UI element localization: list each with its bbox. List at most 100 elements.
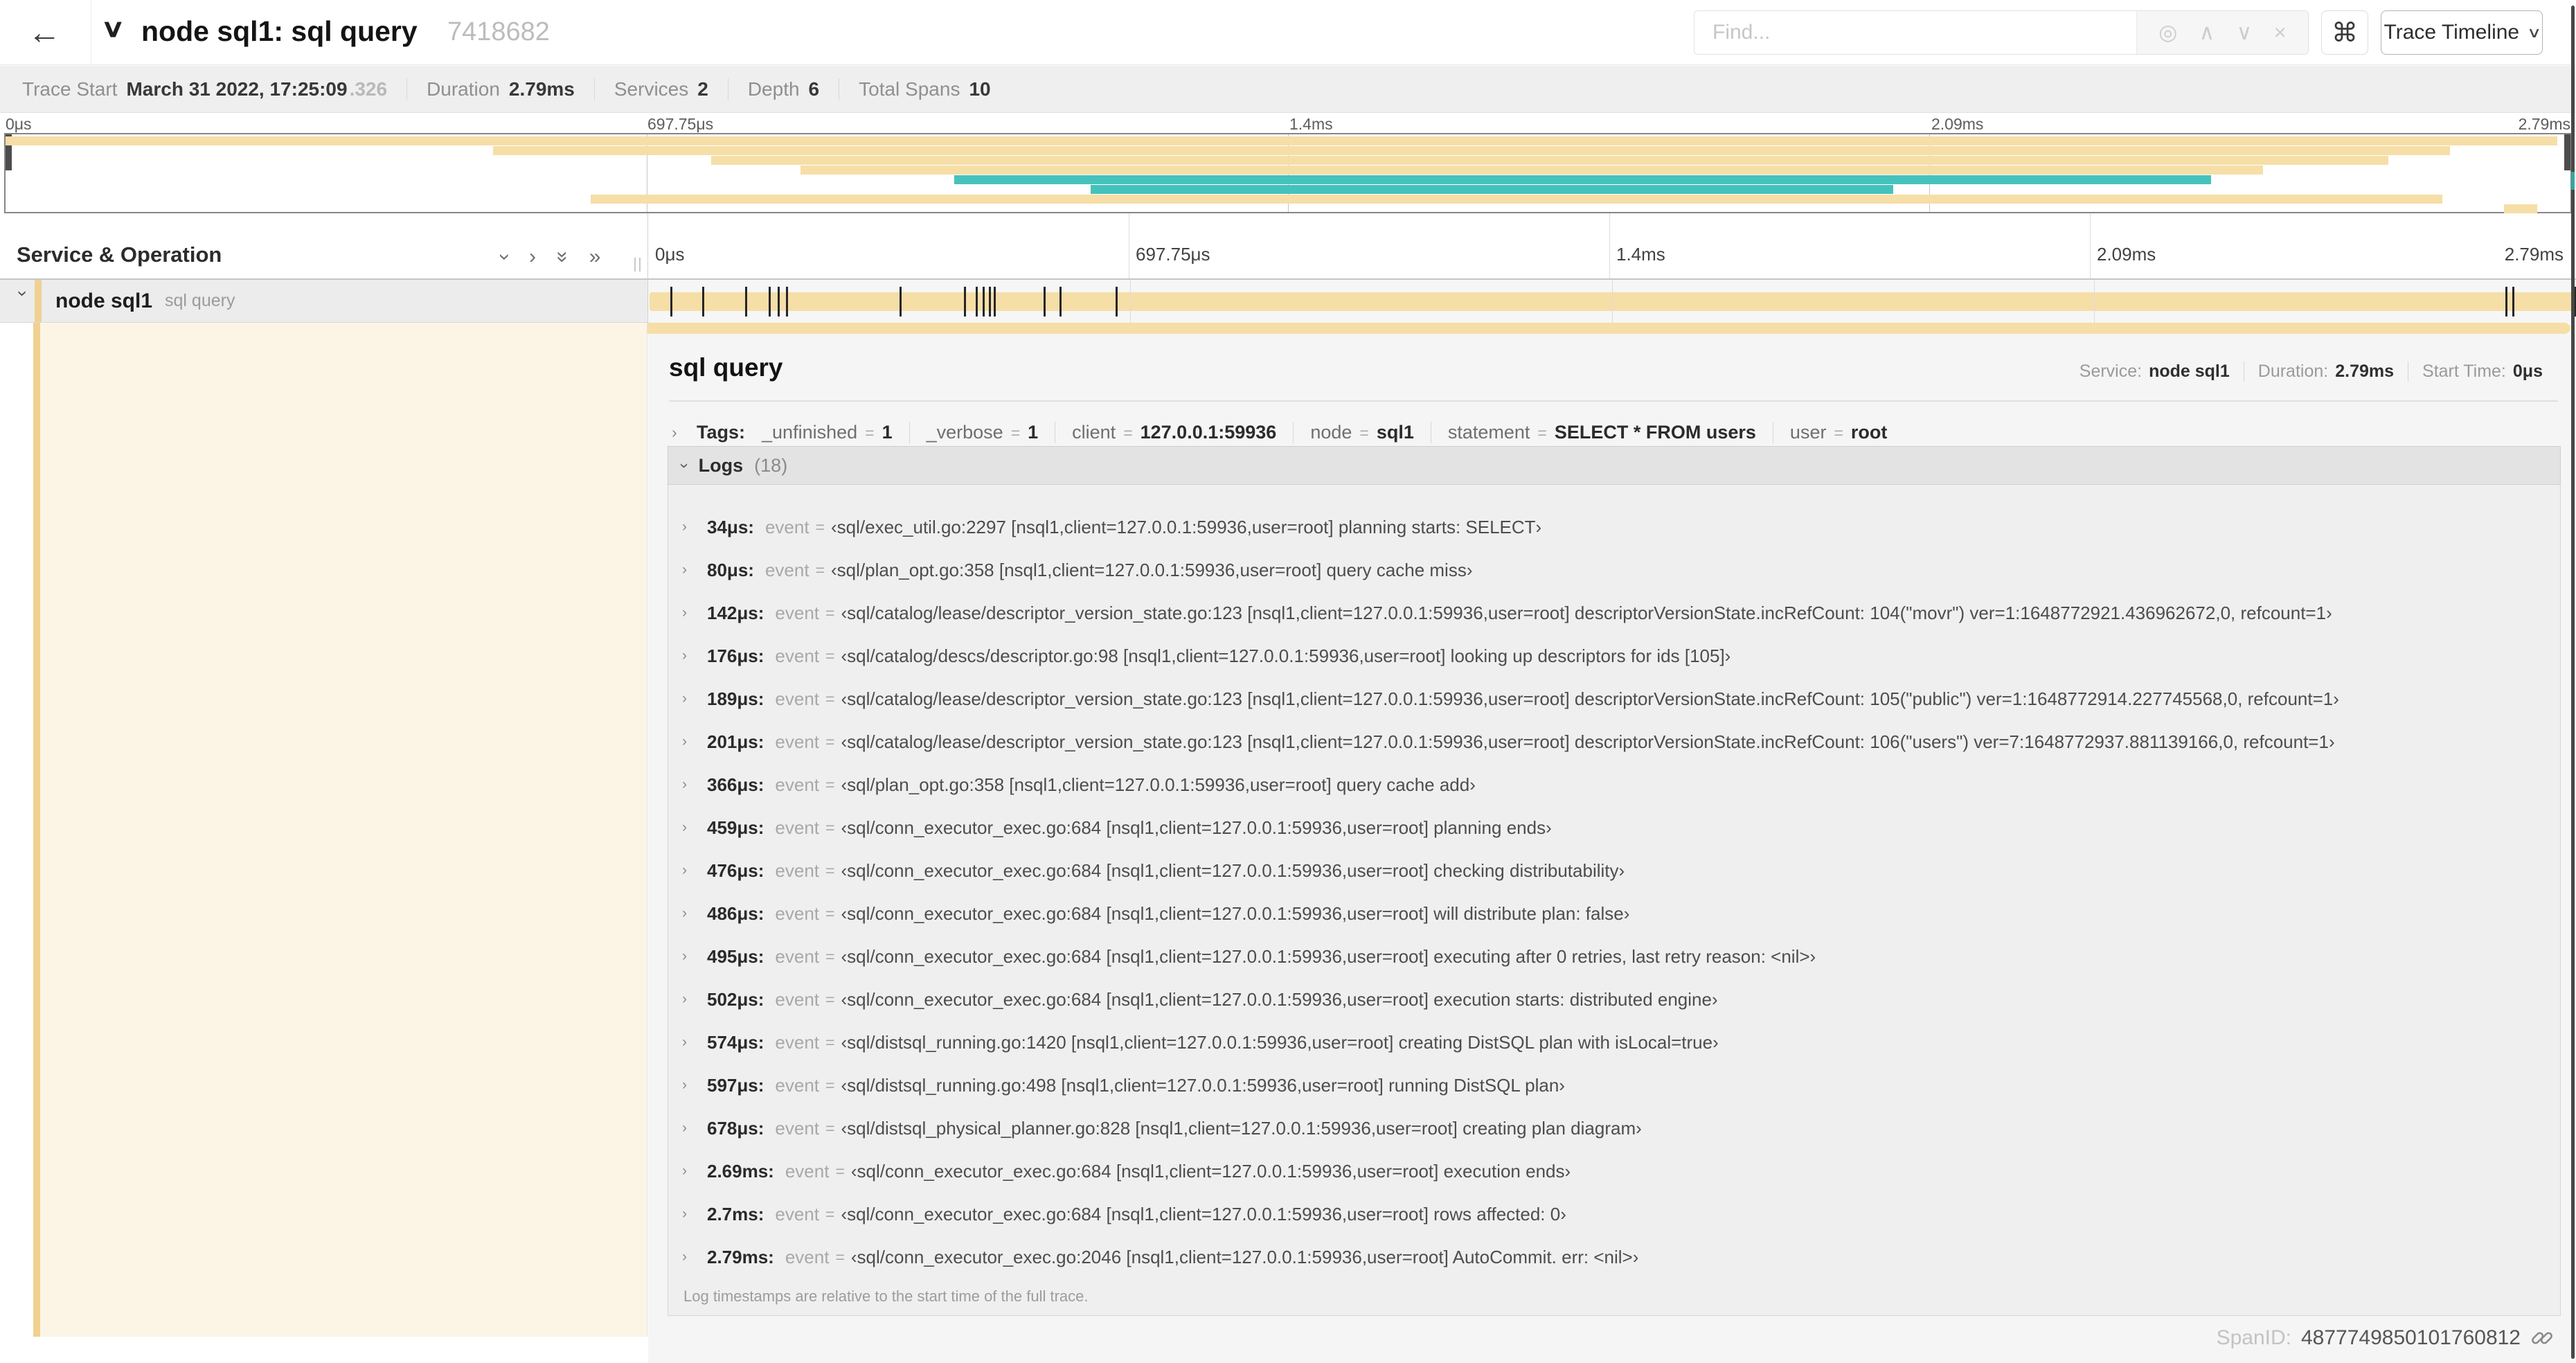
prev-match-icon[interactable]: ∧ [2199, 20, 2215, 45]
chevron-right-icon[interactable]: › [682, 519, 707, 535]
clear-search-icon[interactable]: × [2274, 20, 2287, 45]
link-icon[interactable] [2530, 1326, 2554, 1350]
trace-timeline-page: ← ∨ node sql1: sql query 7418682 ◎ ∧ ∨ ×… [0, 0, 2576, 1363]
column-resize-grip[interactable] [634, 258, 641, 271]
log-row[interactable]: › 366μs: event = ‹sql/plan_opt.go:358 [nsql1… [668, 763, 2560, 806]
chevron-right-icon[interactable]: › [682, 776, 707, 793]
log-timestamp: 476μs: [707, 859, 764, 881]
chevron-right-icon[interactable]: › [682, 605, 707, 621]
logs-body: › 34μs: event = ‹sql/exec_util.go:2297 [nsql… [668, 485, 2561, 1316]
minimap-tick-label: 1.4ms [1289, 115, 1333, 133]
log-row[interactable]: › 142μs: event = ‹sql/catalog/lease/descript… [668, 591, 2560, 634]
chevron-right-icon[interactable]: › [682, 991, 707, 1008]
log-row[interactable]: › 176μs: event = ‹sql/catalog/descs/descript… [668, 634, 2560, 677]
log-equals: = [815, 517, 825, 536]
minimap-span-bar [6, 136, 2558, 145]
log-row[interactable]: › 574μs: event = ‹sql/distsql_running.go:142… [668, 1021, 2560, 1064]
minimap-tick-label: 2.79ms [2518, 115, 2570, 133]
locate-icon[interactable]: ◎ [2158, 20, 2177, 45]
chevron-right-icon[interactable]: › [682, 733, 707, 750]
chevron-right-icon[interactable]: › [682, 1034, 707, 1051]
view-selector-label: Trace Timeline [2383, 21, 2520, 44]
trace-meta-item: Trace Start March 31 2022, 17:25:09.326 [3, 78, 406, 100]
detail-meta-value: node sql1 [2149, 362, 2230, 381]
chevron-right-icon[interactable]: › [682, 648, 707, 664]
detail-meta-item: Duration: 2.79ms [2243, 362, 2408, 382]
find-input[interactable] [1694, 11, 2136, 54]
tag[interactable]: node = sql1 [1293, 421, 1431, 443]
span-row-timeline-cell[interactable] [647, 280, 2576, 323]
log-value: ‹sql/distsql_running.go:498 [nsql1,clien… [841, 1074, 1565, 1096]
tag-value: sql1 [1376, 421, 1414, 443]
trace-meta-item: Services 2 [593, 78, 728, 100]
service-color-strip [35, 280, 42, 322]
log-equals: = [825, 1076, 835, 1094]
log-value: ‹sql/catalog/descs/descriptor.go:98 [nsq… [841, 645, 1731, 666]
chevron-right-icon[interactable]: › [682, 1077, 707, 1094]
chevron-down-icon[interactable]: › [12, 291, 34, 312]
collapse-one-icon[interactable]: › [493, 253, 517, 260]
tag[interactable]: client = 127.0.0.1:59936 [1055, 421, 1293, 443]
meta-label: Trace Start [22, 78, 118, 100]
log-field-key: event [775, 1074, 820, 1096]
log-row[interactable]: › 486μs: event = ‹sql/conn_executor_exec.go:… [668, 892, 2560, 935]
log-row[interactable]: › 678μs: event = ‹sql/distsql_physical_plann… [668, 1107, 2560, 1150]
chevron-right-icon[interactable]: › [682, 1206, 707, 1222]
meta-label: Total Spans [859, 78, 960, 100]
log-timestamp: 574μs: [707, 1031, 764, 1053]
chevron-right-icon[interactable]: › [672, 423, 697, 442]
logs-header[interactable]: › Logs (18) [668, 446, 2561, 485]
expand-all-icon[interactable]: » [589, 245, 601, 269]
chevron-right-icon[interactable]: › [682, 862, 707, 879]
log-row[interactable]: › 34μs: event = ‹sql/exec_util.go:2297 [nsql… [668, 506, 2560, 549]
chevron-right-icon[interactable]: › [682, 691, 707, 707]
log-row[interactable]: › 495μs: event = ‹sql/conn_executor_exec.go:… [668, 935, 2560, 978]
log-row[interactable]: › 2.7ms: event = ‹sql/conn_executor_exec.go:… [668, 1193, 2560, 1236]
log-row[interactable]: › 502μs: event = ‹sql/conn_executor_exec.go:… [668, 978, 2560, 1021]
span-row-service-cell[interactable]: › node sql1 sql query [0, 280, 647, 323]
next-match-icon[interactable]: ∨ [2237, 20, 2253, 45]
view-selector-button[interactable]: Trace Timeline ∨ [2381, 10, 2543, 55]
tag[interactable]: user = root [1772, 421, 1904, 443]
log-row[interactable]: › 476μs: event = ‹sql/conn_executor_exec.go:… [668, 849, 2560, 892]
chevron-right-icon[interactable]: › [682, 562, 707, 578]
log-row[interactable]: › 2.69ms: event = ‹sql/conn_executor_exec.go… [668, 1150, 2560, 1193]
meta-value-fraction: .326 [349, 78, 388, 100]
chevron-right-icon[interactable]: › [682, 1163, 707, 1179]
meta-value: 2.79ms [508, 78, 575, 100]
log-value: ‹sql/distsql_running.go:1420 [nsql1,clie… [841, 1031, 1719, 1053]
log-row[interactable]: › 459μs: event = ‹sql/conn_executor_exec.go:… [668, 806, 2560, 849]
timeline-minimap[interactable] [4, 133, 2572, 213]
span-detail-title: sql query [669, 353, 783, 382]
minimap-right-handle[interactable] [2564, 134, 2570, 170]
chevron-down-icon[interactable]: › [675, 463, 694, 468]
log-equals: = [815, 560, 825, 579]
log-row[interactable]: › 80μs: event = ‹sql/plan_opt.go:358 [nsql1,… [668, 549, 2560, 591]
log-marker-tick [701, 287, 704, 317]
log-row[interactable]: › 189μs: event = ‹sql/catalog/lease/descript… [668, 677, 2560, 720]
tag-value: 1 [1028, 421, 1039, 443]
expand-one-icon[interactable]: › [529, 245, 536, 269]
tag[interactable]: _verbose = 1 [909, 421, 1055, 443]
log-marker-tick [988, 287, 991, 317]
chevron-right-icon[interactable]: › [682, 1120, 707, 1137]
collapse-all-icon[interactable]: » [551, 251, 574, 263]
log-equals: = [835, 1247, 845, 1266]
back-arrow-icon[interactable]: ← [18, 8, 71, 57]
vertical-scrollbar[interactable] [2571, 6, 2575, 1359]
collapse-trace-chevron-icon[interactable]: ∨ [100, 14, 125, 43]
tag[interactable]: statement = SELECT * FROM users [1430, 421, 1773, 443]
chevron-right-icon[interactable]: › [682, 1249, 707, 1265]
log-row[interactable]: › 597μs: event = ‹sql/distsql_running.go:498… [668, 1064, 2560, 1107]
keyboard-shortcuts-button[interactable]: ⌘ [2321, 10, 2368, 55]
log-marker-tick [785, 287, 788, 317]
log-marker-tick [777, 287, 780, 317]
chevron-right-icon[interactable]: › [682, 819, 707, 836]
chevron-right-icon[interactable]: › [682, 905, 707, 922]
tag[interactable]: _unfinished = 1 [752, 422, 909, 443]
chevron-right-icon[interactable]: › [682, 948, 707, 965]
log-marker-tick [964, 287, 966, 317]
log-row[interactable]: › 201μs: event = ‹sql/catalog/lease/descript… [668, 720, 2560, 763]
service-name: node sql1 [55, 289, 153, 312]
log-row[interactable]: › 2.79ms: event = ‹sql/conn_executor_exec.go… [668, 1236, 2560, 1279]
